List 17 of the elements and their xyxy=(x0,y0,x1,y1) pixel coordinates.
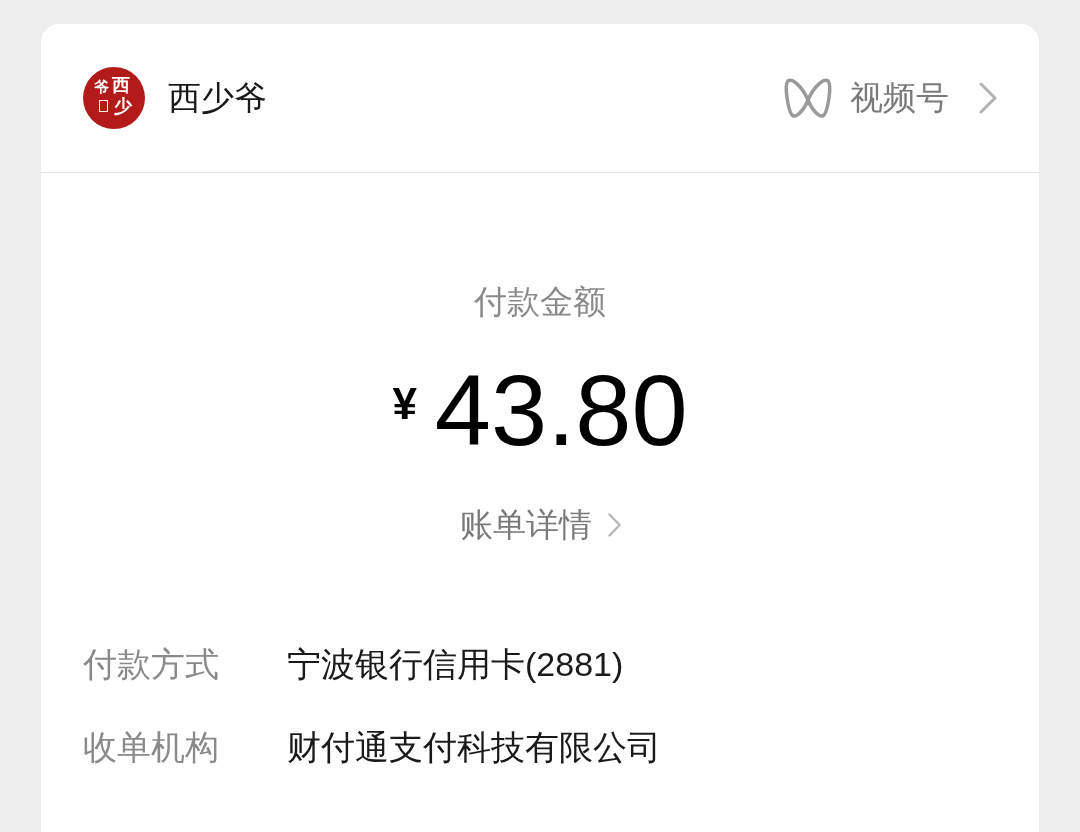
bill-details-link[interactable]: 账单详情 xyxy=(459,503,621,547)
seal-icon xyxy=(99,100,108,112)
amount-label: 付款金额 xyxy=(474,282,606,322)
info-value: 宁波银行信用卡(2881) xyxy=(287,644,624,685)
merchant-name: 西少爷 xyxy=(168,77,267,118)
chevron-icon xyxy=(979,82,997,114)
payment-amount: 43.80 xyxy=(434,355,688,465)
logo-text: 西 xyxy=(112,76,130,94)
logo-text: 爷 xyxy=(94,79,109,94)
logo-text: 少 xyxy=(114,97,132,115)
info-label: 收单机构 xyxy=(83,727,220,768)
butterfly-icon xyxy=(784,76,832,120)
info-value: 财付通支付科技有限公司 xyxy=(287,727,661,768)
currency-symbol: ¥ xyxy=(392,379,417,429)
channels-link[interactable]: 视频号 xyxy=(784,75,997,121)
info-label: 付款方式 xyxy=(83,644,220,685)
chevron-icon xyxy=(607,513,621,537)
